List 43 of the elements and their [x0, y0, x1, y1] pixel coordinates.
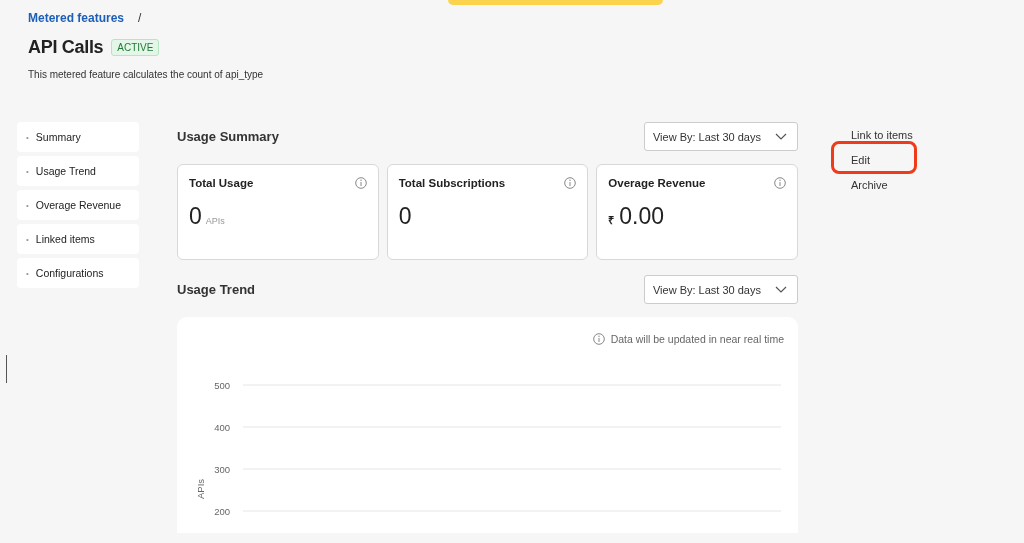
axis-tick-label: 300 [214, 463, 230, 475]
stat-value: 0 [398, 203, 412, 230]
stat-unit: APIs [205, 216, 225, 226]
sidebar-item[interactable]: • Usage Trend [17, 156, 139, 186]
bullet: • [26, 166, 29, 176]
currency-symbol: ₹ [608, 213, 615, 227]
section-heading: Usage Summary [177, 129, 279, 144]
stat-title: Total Usage [189, 177, 254, 189]
chart-note: Data will be updated in near real time [610, 333, 784, 345]
bullet: • [26, 200, 29, 210]
sidebar-item[interactable]: • Linked items [17, 224, 139, 254]
sidebar-item[interactable]: • Configurations [17, 258, 139, 288]
info-icon[interactable] [354, 177, 367, 189]
info-icon[interactable] [774, 177, 786, 189]
status-badge: ACTIVE [111, 39, 160, 56]
breadcrumb-link[interactable]: Metered features [28, 11, 125, 25]
info-icon[interactable] [564, 177, 577, 189]
stat-value: 0.00 [619, 203, 665, 230]
info-icon[interactable] [592, 333, 605, 345]
view-by-dropdown[interactable]: View By: Last 30 days [643, 122, 798, 151]
axis-tick-label: 400 [214, 421, 230, 433]
axis-tick-label: 200 [214, 505, 230, 517]
action-link[interactable]: Edit [850, 147, 870, 172]
axis-tick-label: 500 [214, 379, 230, 391]
axis-label: APIs [195, 478, 206, 499]
stat-title: Total Subscriptions [398, 177, 506, 189]
caret-icon [775, 286, 787, 293]
description: This metered feature calculates the count of api_type [28, 69, 265, 80]
sidebar-item[interactable]: • Summary [17, 122, 139, 152]
action-link[interactable]: Link to items [850, 122, 913, 147]
stat-title: Overage Revenue [608, 177, 706, 189]
view-by-dropdown[interactable]: View By: Last 30 days [643, 275, 798, 304]
sidebar-item[interactable]: • Overage Revenue [17, 190, 139, 220]
bullet: • [26, 132, 29, 142]
caret-icon [775, 133, 787, 140]
section-heading: Usage Trend [177, 282, 256, 297]
stat-value: 0 [189, 203, 202, 230]
bullet: • [26, 268, 29, 278]
page-title: API Calls [28, 37, 104, 58]
resize-handle[interactable] [6, 355, 7, 383]
action-link[interactable]: Archive [850, 172, 888, 197]
breadcrumb-separator: / [138, 11, 142, 25]
bullet: • [26, 234, 29, 244]
